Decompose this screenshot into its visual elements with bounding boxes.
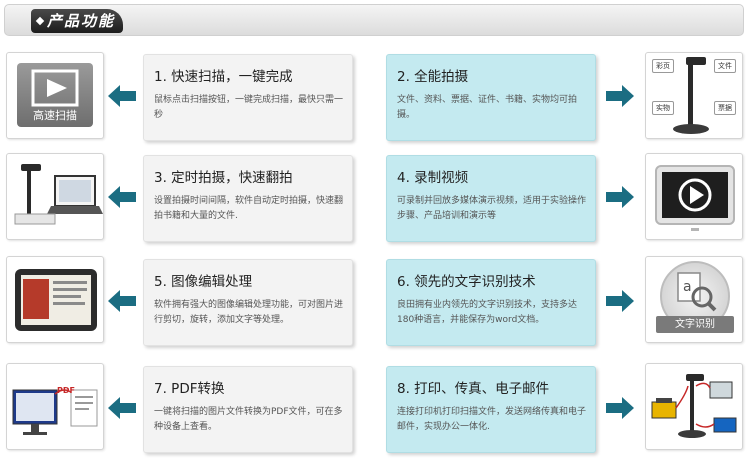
feature-card-ocr: 6. 领先的文字识别技术 良田拥有业内领先的文字识别技术，支持多达180种语言，… [386, 259, 596, 346]
badge-object: 实物 [652, 101, 674, 115]
scan-label: 高速扫描 [33, 109, 77, 122]
feature-description: 设置拍摄时间间隔，软件自动定时拍摄，快速翻拍书籍和大量的文件. [154, 196, 344, 221]
section-header: 产品功能 [4, 4, 744, 36]
feature-description: 一键将扫描的图片文件转换为PDF文件，可在多种设备上查看。 [154, 407, 343, 432]
scan-icon: 高速扫描 [17, 63, 93, 127]
section-title: 产品功能 [31, 9, 123, 33]
feature-description: 连接打印机打印扫描文件，发送网络传真和电子邮件，实现办公一体化. [397, 407, 587, 432]
feature-title: 2. 全能拍摄 [397, 69, 469, 85]
capture-types-thumbnail: 彩页 文件 实物 票据 [645, 52, 743, 139]
arrow-left-icon [108, 290, 136, 312]
arrow-left-icon [108, 85, 136, 107]
pdf-thumbnail: PDF [6, 363, 104, 450]
pdf-convert-icon [12, 389, 98, 435]
feature-title: 4. 录制视频 [397, 170, 469, 186]
feature-card-video-recording: 4. 录制视频 可录制并回放多媒体演示视频，适用于实验操作步骤、产品培训和演示等 [386, 155, 596, 242]
arrow-left-icon [108, 397, 136, 419]
feature-title: 1. 快速扫描，一键完成 [154, 69, 293, 85]
feature-card-image-editing: 5. 图像编辑处理 软件拥有强大的图像编辑处理功能，可对图片进行剪切，旋转，添加… [143, 259, 353, 346]
feature-description: 软件拥有强大的图像编辑处理功能，可对图片进行剪切，旋转，添加文字等处理。 [154, 300, 344, 325]
feature-title: 6. 领先的文字识别技术 [397, 274, 536, 290]
feature-card-timed-capture: 3. 定时拍摄，快速翻拍 设置拍摄时间间隔，软件自动定时拍摄，快速翻拍书籍和大量… [143, 155, 353, 242]
print-fax-email-thumbnail [645, 363, 743, 450]
arrow-right-icon [606, 290, 634, 312]
video-play-icon [655, 165, 735, 231]
arrow-left-icon [108, 186, 136, 208]
badge-receipt: 票据 [714, 101, 736, 115]
feature-card-fast-scan: 1. 快速扫描，一键完成 鼠标点击扫描按钮，一键完成扫描，最快只需一秒 [143, 54, 353, 141]
arrow-right-icon [606, 85, 634, 107]
devices-icon [651, 374, 737, 438]
arrow-right-icon [606, 186, 634, 208]
scanner-laptop-icon [14, 164, 103, 225]
feature-card-pdf: 7. PDF转换 一键将扫描的图片文件转换为PDF文件，可在多种设备上查看。 [143, 366, 353, 453]
feature-title: 8. 打印、传真、电子邮件 [397, 381, 550, 397]
arrow-right-icon [606, 397, 634, 419]
image-editing-thumbnail [6, 256, 104, 343]
video-thumbnail [645, 153, 743, 240]
fast-scan-thumbnail: 高速扫描 [6, 52, 104, 139]
feature-card-print-fax-email: 8. 打印、传真、电子邮件 连接打印机打印扫描文件，发送网络传真和电子邮件，实现… [386, 366, 596, 453]
pdf-tag: PDF [57, 386, 75, 395]
feature-description: 可录制并回放多媒体演示视频，适用于实验操作步骤、产品培训和演示等 [397, 196, 587, 221]
badge-color-page: 彩页 [652, 59, 674, 73]
feature-title: 5. 图像编辑处理 [154, 274, 253, 290]
feature-description: 文件、资料、票据、证件、书籍、实物均可拍摄。 [397, 95, 578, 120]
ocr-thumbnail: a 文字识别 [645, 256, 743, 343]
feature-description: 良田拥有业内领先的文字识别技术，支持多达180种语言，并能保存为word文档。 [397, 300, 578, 325]
ocr-label: 文字识别 [656, 316, 734, 333]
tablet-icon [15, 269, 97, 331]
timed-capture-thumbnail [6, 153, 104, 240]
feature-title: 3. 定时拍摄，快速翻拍 [154, 170, 293, 186]
badge-document: 文件 [714, 59, 736, 73]
feature-card-universal-capture: 2. 全能拍摄 文件、资料、票据、证件、书籍、实物均可拍摄。 [386, 54, 596, 141]
feature-title: 7. PDF转换 [154, 381, 225, 397]
svg-text:a: a [683, 279, 692, 295]
feature-description: 鼠标点击扫描按钮，一键完成扫描，最快只需一秒 [154, 95, 344, 120]
